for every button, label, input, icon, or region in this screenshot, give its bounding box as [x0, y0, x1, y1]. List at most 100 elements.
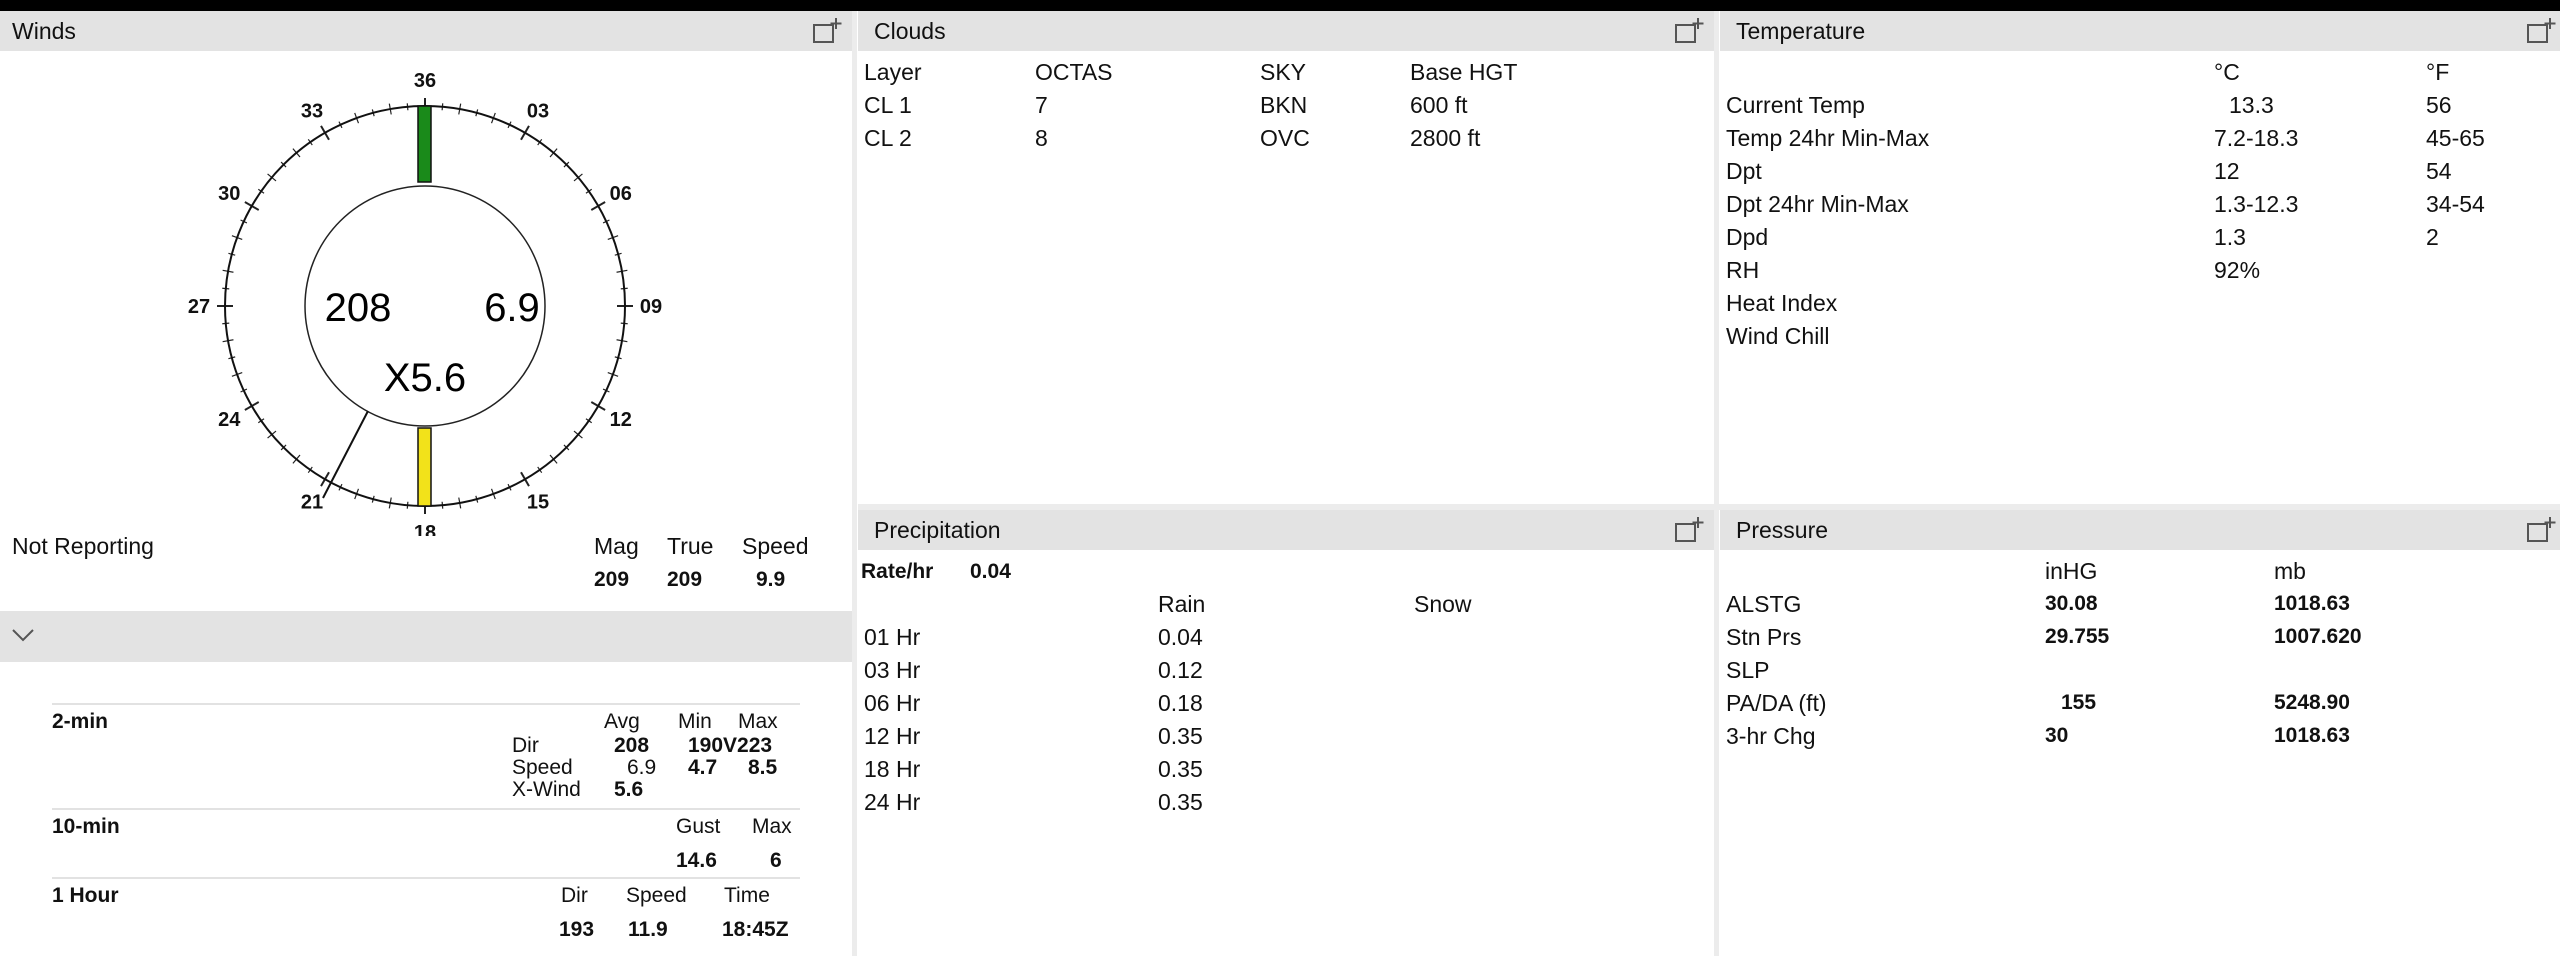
pressure-row-inhg: 30: [2045, 724, 2069, 747]
precip-row-label: 01 Hr: [864, 624, 921, 650]
pressure-row-label: SLP: [1726, 657, 1770, 683]
precip-hdr-rain: Rain: [1158, 591, 1206, 617]
pressure-hdr-mb: mb: [2274, 558, 2306, 584]
wind-val-mag: 209: [594, 568, 630, 591]
two-min-dir-avg: 208: [614, 734, 650, 757]
expand-panel-icon[interactable]: [1674, 516, 1704, 544]
temp-row-label: Dpt: [1726, 158, 1762, 184]
divider: [52, 703, 800, 705]
compass-label: 06: [610, 183, 632, 205]
two-min-xwind-avg: 5.6: [614, 778, 644, 801]
one-hour-hdr-dir: Dir: [561, 884, 588, 907]
two-min-speed-label: Speed: [512, 756, 573, 779]
compass-label: 36: [414, 70, 436, 92]
temp-row-f: 2: [2426, 224, 2439, 250]
clouds-cell-octas: 8: [1035, 125, 1048, 151]
compass-label: 27: [188, 296, 210, 318]
clouds-hdr-sky: SKY: [1260, 59, 1307, 85]
chevron-down-icon: [12, 629, 34, 642]
pressure-row-label: PA/DA (ft): [1726, 690, 1827, 716]
temp-row-label: Current Temp: [1726, 92, 1865, 118]
two-min-speed-avg: 6.9: [627, 756, 657, 779]
ten-min-label: 10-min: [52, 815, 120, 838]
clouds-cell-base: 600 ft: [1410, 92, 1468, 118]
precip-row-rain: 0.12: [1158, 657, 1203, 683]
compass-crosswind-value: X5.6: [384, 356, 466, 400]
ten-min-gust: 14.6: [676, 849, 717, 872]
winds-panel: Winds 36 03 06 09 12 15 18 21 24 27 30 33 208 6.9 X…: [0, 11, 852, 956]
expand-panel-icon[interactable]: [2526, 17, 2556, 45]
clouds-cell-sky: OVC: [1260, 125, 1310, 151]
clouds-cell-sky: BKN: [1260, 92, 1308, 118]
temp-row-label: Dpt 24hr Min-Max: [1726, 191, 1909, 217]
pressure-row-inhg: 29.755: [2045, 625, 2110, 648]
precip-rate-value: 0.04: [970, 560, 1011, 583]
two-min-hdr-min: Min: [678, 710, 712, 733]
clouds-header: Clouds: [858, 11, 1714, 51]
clouds-cell-octas: 7: [1035, 92, 1048, 118]
compass-label: 09: [640, 296, 662, 318]
two-min-hdr-avg: Avg: [604, 710, 640, 733]
temp-row-f: 45-65: [2426, 125, 2485, 151]
wind-direction-needle: [322, 410, 369, 499]
temp-row-f: 54: [2426, 158, 2452, 184]
expand-panel-icon[interactable]: [812, 17, 842, 45]
compass-label: 15: [527, 492, 549, 514]
clouds-panel: Clouds Layer OCTAS SKY Base HGT CL 1 7 B…: [858, 11, 1714, 504]
temp-row-c: 1.3: [2214, 224, 2246, 250]
precip-row-label: 18 Hr: [864, 756, 921, 782]
temperature-header: Temperature: [1720, 11, 2560, 51]
temp-row-label: Dpd: [1726, 224, 1769, 250]
pressure-row-label: ALSTG: [1726, 591, 1802, 617]
compass-label: 03: [527, 100, 549, 122]
compass-label: 21: [301, 492, 323, 514]
two-min-dir-label: Dir: [512, 734, 539, 757]
temp-row-f: 56: [2426, 92, 2452, 118]
temp-row-label: RH: [1726, 257, 1760, 283]
precip-row-rain: 0.35: [1158, 723, 1203, 749]
clouds-hdr-layer: Layer: [864, 59, 922, 85]
temp-row-label: Wind Chill: [1726, 323, 1830, 349]
wind-col-speed: Speed: [742, 533, 809, 559]
winds-title: Winds: [12, 18, 76, 44]
precip-row-label: 12 Hr: [864, 723, 921, 749]
expand-panel-icon[interactable]: [1674, 17, 1704, 45]
two-min-dir-range: 190V223: [688, 734, 773, 757]
top-bar: [0, 0, 2560, 11]
temp-hdr-c: °C: [2214, 59, 2240, 85]
compass-direction-value: 208: [325, 286, 392, 330]
wind-col-true: True: [667, 533, 714, 559]
wind-to-indicator: [417, 427, 432, 507]
temp-row-c: 1.3-12.3: [2214, 191, 2299, 217]
precip-row-rain: 0.35: [1158, 789, 1203, 815]
divider: [52, 877, 800, 879]
one-hour-hdr-speed: Speed: [626, 884, 687, 907]
temp-row-c: 13.3: [2229, 92, 2274, 118]
clouds-cell-base: 2800 ft: [1410, 125, 1481, 151]
expand-panel-icon[interactable]: [2526, 516, 2556, 544]
wind-val-speed: 9.9: [756, 568, 786, 591]
pressure-hdr-inhg: inHG: [2045, 558, 2098, 584]
wind-val-true: 209: [667, 568, 703, 591]
column-separator: [852, 11, 857, 956]
pressure-row-label: Stn Prs: [1726, 624, 1802, 650]
clouds-hdr-octas: OCTAS: [1035, 59, 1113, 85]
wind-from-indicator: [417, 105, 432, 183]
two-min-label: 2-min: [52, 710, 109, 733]
precip-hdr-snow: Snow: [1414, 591, 1472, 617]
pressure-row-mb: 1018.63: [2274, 592, 2350, 615]
two-min-hdr-max: Max: [738, 710, 778, 733]
wind-details-toggle[interactable]: [0, 611, 852, 662]
one-hour-label: 1 Hour: [52, 884, 119, 907]
precip-row-rain: 0.18: [1158, 690, 1203, 716]
precip-row-label: 03 Hr: [864, 657, 921, 683]
precip-row-label: 06 Hr: [864, 690, 921, 716]
pressure-row-mb: 1018.63: [2274, 724, 2350, 747]
clouds-title: Clouds: [874, 18, 946, 44]
winds-header: Winds: [0, 11, 852, 51]
ten-min-hdr-gust: Gust: [676, 815, 721, 838]
temp-row-label: Temp 24hr Min-Max: [1726, 125, 1930, 151]
compass-label: 24: [218, 409, 241, 431]
wind-compass: 36 03 06 09 12 15 18 21 24 27 30 33 208 6.9 X5.6: [188, 70, 662, 536]
one-hour-dir: 193: [559, 918, 595, 941]
